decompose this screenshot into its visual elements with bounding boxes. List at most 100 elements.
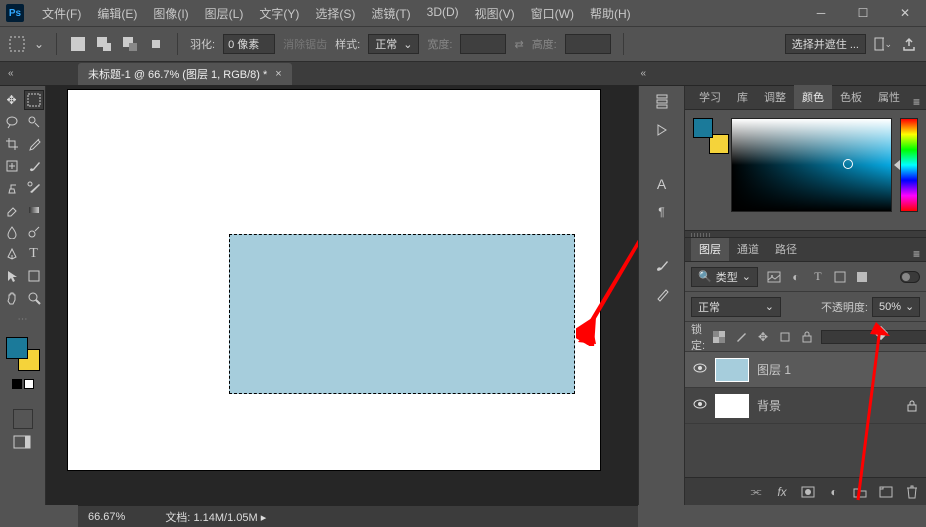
layer-thumbnail[interactable] <box>715 358 749 382</box>
menu-image[interactable]: 图像(I) <box>145 1 196 26</box>
doc-info[interactable]: 文档: 1.14M/1.05M ▸ <box>165 509 266 525</box>
paragraph-panel-icon[interactable]: ¶ <box>652 202 672 222</box>
selection-rectangle[interactable] <box>229 234 575 394</box>
collapse-dock-icon[interactable]: « <box>8 68 14 79</box>
layer-row[interactable]: 图层 1 <box>685 352 926 388</box>
lock-artboard-icon[interactable] <box>777 329 793 345</box>
eraser-tool[interactable] <box>2 200 22 220</box>
shape-tool[interactable] <box>24 266 44 286</box>
panel-menu-icon[interactable]: ≡ <box>913 95 920 109</box>
panel-fg-swatch[interactable] <box>693 118 713 138</box>
layer-name[interactable]: 背景 <box>757 397 781 414</box>
tab-layers[interactable]: 图层 <box>691 237 729 261</box>
filter-smart-icon[interactable] <box>854 269 870 285</box>
path-select-tool[interactable] <box>2 266 22 286</box>
foreground-color-swatch[interactable] <box>6 337 28 359</box>
lock-transparency-icon[interactable] <box>711 329 727 345</box>
layers-menu-icon[interactable]: ≡ <box>913 247 920 261</box>
menu-3d[interactable]: 3D(D) <box>419 1 467 26</box>
marquee-tool-icon[interactable] <box>8 35 26 53</box>
maximize-button[interactable]: ☐ <box>842 0 884 26</box>
intersect-selection-icon[interactable] <box>147 35 165 53</box>
link-layers-icon[interactable]: ⫘ <box>748 484 764 500</box>
dodge-tool[interactable] <box>24 222 44 242</box>
menu-window[interactable]: 窗口(W) <box>523 1 582 26</box>
zoom-tool[interactable] <box>24 288 44 308</box>
layer-fx-icon[interactable]: fx <box>774 484 790 500</box>
clone-stamp-tool[interactable] <box>2 178 22 198</box>
tab-color[interactable]: 颜色 <box>794 85 832 109</box>
blend-mode-select[interactable]: 正常⌄ <box>691 297 781 317</box>
tab-properties[interactable]: 属性 <box>870 85 908 109</box>
marquee-tool[interactable] <box>24 90 44 110</box>
panel-divider[interactable] <box>685 230 926 238</box>
eyedropper-tool[interactable] <box>24 134 44 154</box>
color-field[interactable] <box>731 118 892 212</box>
spot-heal-tool[interactable] <box>2 156 22 176</box>
tab-learn[interactable]: 学习 <box>691 85 729 109</box>
document-tab[interactable]: 未标题-1 @ 66.7% (图层 1, RGB/8) * × <box>78 63 292 85</box>
lock-all-icon[interactable] <box>799 329 815 345</box>
screen-mode-icon[interactable] <box>13 435 33 455</box>
opacity-input[interactable]: 50%⌄ <box>872 297 920 317</box>
delete-layer-icon[interactable] <box>904 484 920 500</box>
hand-tool[interactable] <box>2 288 22 308</box>
history-panel-icon[interactable] <box>652 92 672 112</box>
new-selection-icon[interactable] <box>69 35 87 53</box>
new-layer-icon[interactable] <box>878 484 894 500</box>
blur-tool[interactable] <box>2 222 22 242</box>
quick-mask-icon[interactable] <box>13 409 33 429</box>
group-layers-icon[interactable] <box>852 484 868 500</box>
actions-panel-icon[interactable] <box>652 120 672 140</box>
menu-help[interactable]: 帮助(H) <box>582 1 639 26</box>
filter-toggle[interactable] <box>900 271 920 283</box>
menu-view[interactable]: 视图(V) <box>467 1 523 26</box>
layer-name[interactable]: 图层 1 <box>757 361 791 378</box>
visibility-toggle[interactable] <box>693 363 707 377</box>
lock-position-icon[interactable]: ✥ <box>755 329 771 345</box>
close-button[interactable]: ✕ <box>884 0 926 26</box>
add-selection-icon[interactable] <box>95 35 113 53</box>
tab-swatches[interactable]: 色板 <box>832 85 870 109</box>
quick-select-tool[interactable] <box>24 112 44 132</box>
lasso-tool[interactable] <box>2 112 22 132</box>
menu-edit[interactable]: 编辑(E) <box>89 1 145 26</box>
layer-row[interactable]: 背景 <box>685 388 926 424</box>
menu-filter[interactable]: 滤镜(T) <box>363 1 418 26</box>
menu-file[interactable]: 文件(F) <box>34 1 89 26</box>
workspaces-icon[interactable]: ⌄ <box>874 35 892 53</box>
pen-tool[interactable] <box>2 244 22 264</box>
color-swatches[interactable] <box>6 337 40 371</box>
menu-type[interactable]: 文字(Y) <box>251 1 307 26</box>
menu-layer[interactable]: 图层(L) <box>197 1 252 26</box>
filter-shape-icon[interactable] <box>832 269 848 285</box>
tab-channels[interactable]: 通道 <box>729 237 767 261</box>
visibility-toggle[interactable] <box>693 399 707 413</box>
style-select[interactable]: 正常⌄ <box>368 34 419 54</box>
filter-text-icon[interactable]: T <box>810 269 826 285</box>
filter-image-icon[interactable] <box>766 269 782 285</box>
zoom-level[interactable]: 66.67% <box>88 511 125 523</box>
tab-paths[interactable]: 路径 <box>767 237 805 261</box>
character-panel-icon[interactable]: A <box>652 174 672 194</box>
collapse-dock-right-icon[interactable]: « <box>640 68 646 79</box>
hue-slider[interactable] <box>900 118 918 212</box>
layer-thumbnail[interactable] <box>715 394 749 418</box>
lock-pixels-icon[interactable] <box>733 329 749 345</box>
filter-adjust-icon[interactable]: ◐ <box>788 269 804 285</box>
brushes-panel-icon[interactable] <box>652 284 672 304</box>
default-colors-icon[interactable] <box>12 379 22 389</box>
adjustment-layer-icon[interactable]: ◐ <box>826 484 842 500</box>
gradient-tool[interactable] <box>24 200 44 220</box>
canvas[interactable] <box>46 86 638 505</box>
type-tool[interactable]: T <box>24 244 44 264</box>
move-tool[interactable]: ✥ <box>2 90 22 110</box>
tab-lib[interactable]: 库 <box>729 85 756 109</box>
fill-slider[interactable] <box>821 330 926 344</box>
swap-colors-icon[interactable] <box>24 379 34 389</box>
brush-tool[interactable] <box>24 156 44 176</box>
tab-adjust[interactable]: 调整 <box>756 85 794 109</box>
minimize-button[interactable]: ─ <box>800 0 842 26</box>
brush-settings-icon[interactable] <box>652 256 672 276</box>
close-icon[interactable]: × <box>275 68 281 80</box>
